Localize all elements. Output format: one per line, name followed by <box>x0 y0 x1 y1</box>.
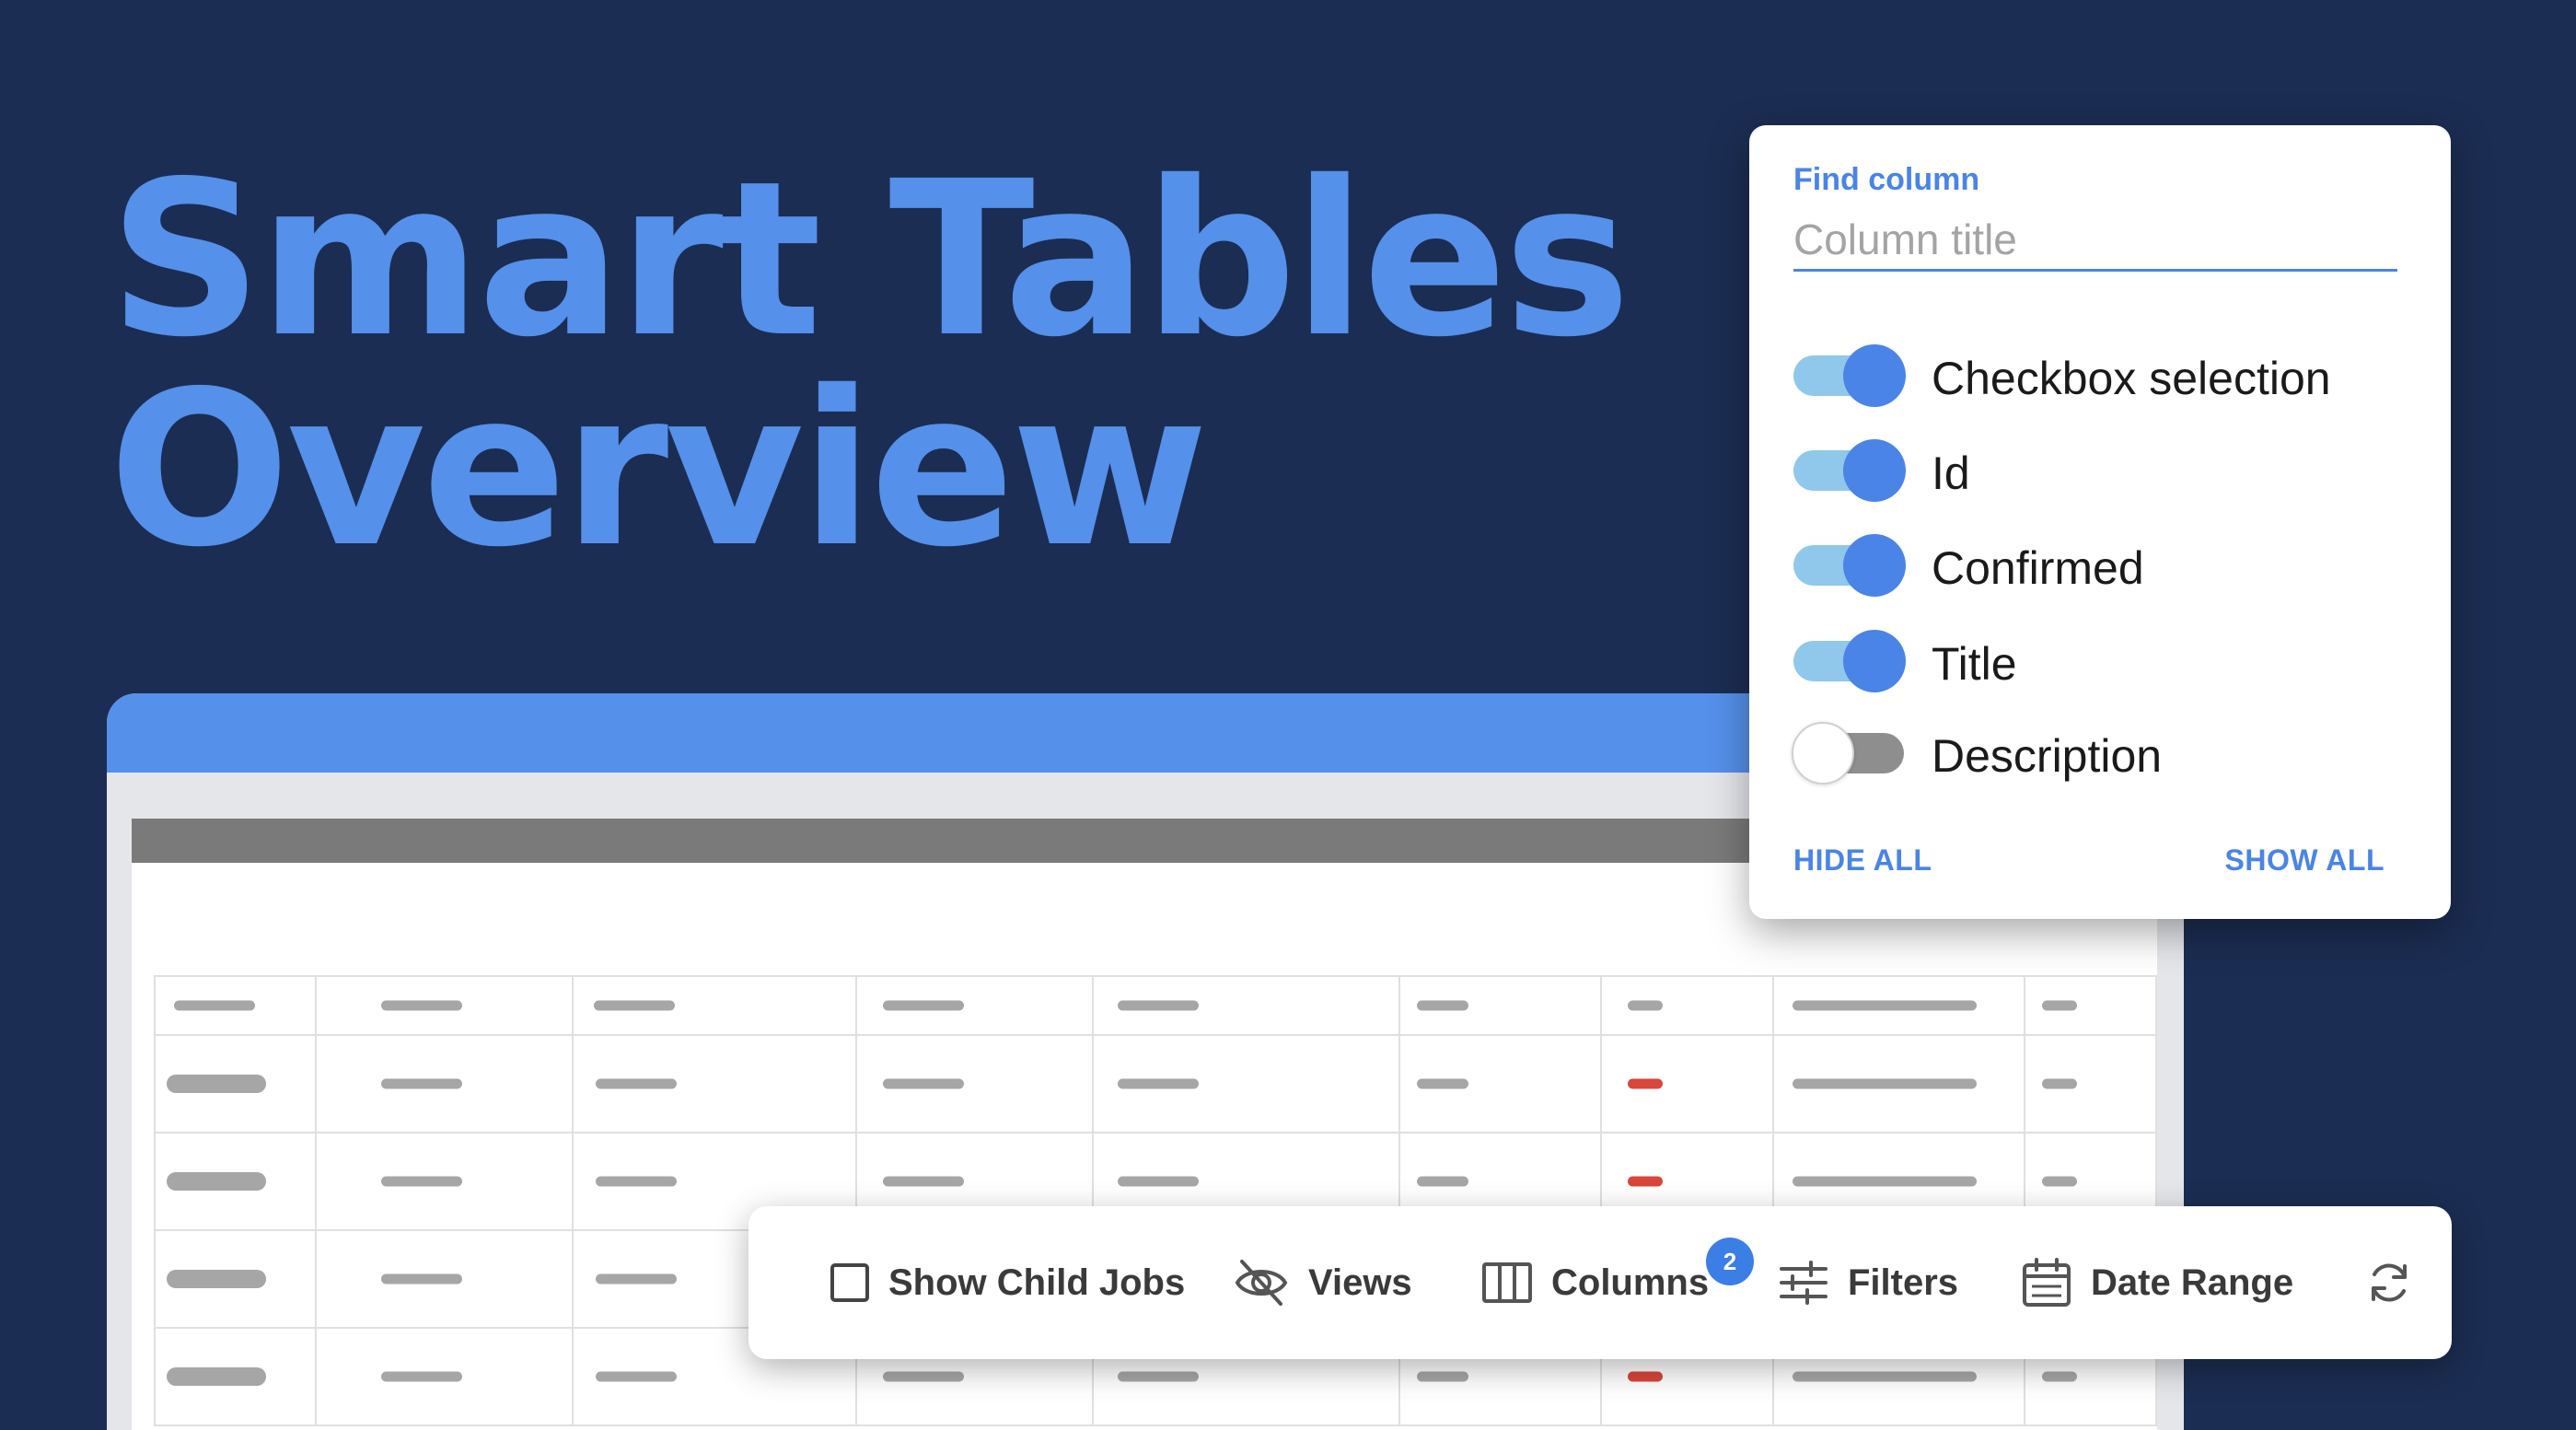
columns-button[interactable]: Columns <box>1481 1206 1709 1359</box>
filters-count-badge: 2 <box>1706 1238 1754 1285</box>
show-all-button[interactable]: SHOW ALL <box>2225 843 2385 878</box>
filters-label: Filters <box>1848 1261 1959 1303</box>
column-toggle-checkbox-selection[interactable]: Checkbox selection <box>1793 339 2401 413</box>
checkbox-icon[interactable] <box>830 1262 870 1303</box>
toggle-switch[interactable] <box>1793 439 1906 502</box>
refresh-icon <box>2372 1263 2407 1302</box>
column-toggle-label: Confirmed <box>1932 542 2144 594</box>
views-button[interactable]: Views <box>1233 1206 1412 1359</box>
header-cell[interactable] <box>1599 975 1774 1036</box>
header-cell[interactable] <box>571 975 858 1036</box>
columns-label: Columns <box>1551 1261 1710 1303</box>
calendar-icon <box>2023 1258 2071 1307</box>
column-toggle-title[interactable]: Title <box>1793 624 2401 698</box>
column-toggle-label: Checkbox selection <box>1932 353 2331 404</box>
toggle-switch[interactable] <box>1792 722 1904 785</box>
columns-icon <box>1482 1262 1532 1303</box>
column-toggle-description[interactable]: Description <box>1792 716 2401 790</box>
column-toggle-id[interactable]: Id <box>1793 434 2401 507</box>
table-toolbar: Show Child Jobs Views Columns Filters 2 <box>748 1206 2452 1359</box>
toggle-switch[interactable] <box>1793 630 1906 692</box>
column-toggle-label: Id <box>1932 448 1970 499</box>
header-cell[interactable] <box>2023 975 2158 1036</box>
table-header-row <box>153 975 2158 1036</box>
header-cell[interactable] <box>153 975 318 1036</box>
sliders-icon <box>1780 1261 1828 1305</box>
toggle-switch[interactable] <box>1793 534 1906 597</box>
show-child-jobs-label: Show Child Jobs <box>888 1261 1186 1303</box>
column-chooser-panel: Find column Checkbox selection Id Confir… <box>1749 125 2451 919</box>
header-cell[interactable] <box>315 975 574 1036</box>
header-cell[interactable] <box>1092 975 1400 1036</box>
header-cell[interactable] <box>855 975 1095 1036</box>
column-search-input[interactable] <box>1793 210 2397 272</box>
table-row[interactable] <box>153 1034 2158 1134</box>
status-indicator <box>1627 1176 1663 1187</box>
eye-off-icon <box>1235 1260 1288 1306</box>
title-line-2: Overview <box>109 345 1209 594</box>
date-range-button[interactable]: Date Range <box>2021 1206 2293 1359</box>
header-cell[interactable] <box>1398 975 1602 1036</box>
views-label: Views <box>1308 1261 1412 1303</box>
column-toggle-label: Title <box>1932 638 2017 690</box>
title-line-1: Smart Tables <box>109 135 1630 384</box>
show-child-jobs-toggle[interactable]: Show Child Jobs <box>830 1206 1185 1359</box>
column-toggle-confirmed[interactable]: Confirmed <box>1793 529 2401 602</box>
find-column-label: Find column <box>1793 162 1980 197</box>
hide-all-button[interactable]: HIDE ALL <box>1793 843 1932 878</box>
column-toggle-label: Description <box>1932 730 2163 782</box>
status-indicator <box>1627 1078 1663 1089</box>
toggle-switch[interactable] <box>1793 344 1906 407</box>
status-indicator <box>1627 1371 1663 1382</box>
header-cell[interactable] <box>1771 975 2025 1036</box>
filters-button[interactable]: Filters <box>1778 1206 1958 1359</box>
refresh-button[interactable] <box>2365 1206 2413 1359</box>
page-title: Smart Tables Overview <box>109 135 1630 594</box>
date-range-label: Date Range <box>2091 1261 2294 1303</box>
